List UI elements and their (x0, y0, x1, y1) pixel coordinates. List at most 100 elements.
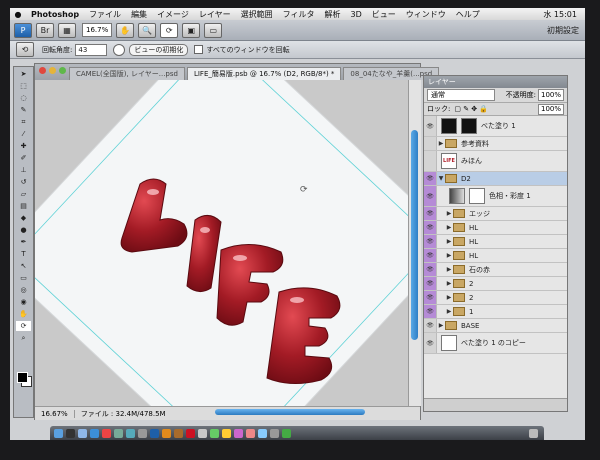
finder-icon[interactable] (54, 428, 63, 438)
tab-life[interactable]: LIFE_簡易版.psb @ 16.7% (D2, RGB/8*) * (186, 67, 342, 80)
reset-view-button[interactable]: ビューの初期化 (129, 43, 189, 56)
close-window-icon[interactable] (39, 67, 46, 74)
layer-row[interactable]: 👁 ▶ エッジ (424, 207, 567, 221)
layer-row[interactable]: 👁 べた塗り 1 のコピー (424, 333, 567, 354)
horizontal-scroll-thumb[interactable] (215, 409, 365, 415)
menu-image[interactable]: イメージ (152, 9, 194, 20)
blur-tool-icon[interactable]: ◆ (16, 213, 31, 223)
visibility-eye-icon[interactable]: 👁 (424, 116, 437, 136)
acrobat-dock-icon[interactable] (186, 428, 195, 438)
layer-row[interactable]: 👁 ▶ 石の赤 (424, 263, 567, 277)
canvas-area[interactable]: ⟳ (35, 80, 408, 406)
layer-row[interactable]: 👁 ▶ 2 (424, 291, 567, 305)
ps-logo-icon[interactable]: P (14, 22, 32, 38)
preview-icon[interactable] (114, 428, 123, 438)
layer-row[interactable]: 👁 ▶ HL (424, 235, 567, 249)
app-dock-icon[interactable] (270, 428, 279, 438)
bridge-dock-icon[interactable] (174, 428, 183, 438)
gradient-tool-icon[interactable]: ▤ (16, 201, 31, 211)
rotate-angle-input[interactable]: 43 (75, 43, 108, 56)
system-prefs-icon[interactable] (138, 428, 147, 438)
visibility-eye-icon[interactable]: 👁 (424, 291, 437, 304)
itunes-icon[interactable] (126, 428, 135, 438)
rotate-all-windows-checkbox[interactable] (194, 45, 204, 54)
3d-rotate-tool-icon[interactable]: ◎ (16, 285, 31, 295)
app-dock-icon[interactable] (234, 428, 243, 438)
app-dock-icon[interactable] (210, 428, 219, 438)
mail-icon[interactable] (78, 428, 87, 438)
menu-filter[interactable]: フィルタ (278, 9, 320, 20)
blend-mode-select[interactable]: 通常 (427, 89, 495, 101)
visibility-eye-icon[interactable]: 👁 (424, 172, 437, 185)
lasso-tool-icon[interactable]: ◌ (16, 93, 31, 103)
disclosure-arrow-icon[interactable]: ▶ (445, 294, 453, 301)
dashboard-icon[interactable] (66, 428, 75, 438)
photoshop-dock-icon[interactable] (150, 428, 159, 438)
visibility-eye-icon[interactable]: 👁 (424, 221, 437, 234)
menu-3d[interactable]: 3D (346, 10, 367, 19)
3d-camera-tool-icon[interactable]: ◉ (16, 297, 31, 307)
rotate-view-tool-icon[interactable]: ⟳ (16, 321, 31, 331)
history-brush-tool-icon[interactable]: ↺ (16, 177, 31, 187)
apple-icon[interactable]: ● (10, 10, 26, 19)
quick-select-tool-icon[interactable]: ✎ (16, 105, 31, 115)
disclosure-arrow-icon[interactable]: ▶ (445, 266, 453, 273)
disclosure-arrow-icon[interactable]: ▶ (445, 308, 453, 315)
menu-analysis[interactable]: 解析 (320, 9, 346, 20)
disclosure-arrow-icon[interactable]: ▶ (445, 224, 453, 231)
visibility-eye-icon[interactable]: 👁 (424, 235, 437, 248)
fill-input[interactable]: 100% (537, 103, 564, 115)
app-dock-icon[interactable] (258, 428, 267, 438)
visibility-eye-icon[interactable]: 👁 (424, 186, 437, 206)
type-tool-icon[interactable]: T (16, 249, 31, 259)
app-dock-icon[interactable] (282, 428, 291, 438)
healing-brush-tool-icon[interactable]: ✚ (16, 141, 31, 151)
menu-app-name[interactable]: Photoshop (26, 10, 84, 19)
eraser-tool-icon[interactable]: ▱ (16, 189, 31, 199)
menubar-clock[interactable]: 水 15:01 (543, 9, 585, 20)
disclosure-arrow-icon[interactable]: ▼ (437, 175, 445, 182)
clone-stamp-tool-icon[interactable]: ⊥ (16, 165, 31, 175)
app-dock-icon[interactable] (222, 428, 231, 438)
menu-file[interactable]: ファイル (84, 9, 126, 20)
menu-view[interactable]: ビュー (367, 9, 401, 20)
menu-select[interactable]: 選択範囲 (236, 9, 278, 20)
layer-row[interactable]: 👁 べた塗り 1 (424, 116, 567, 137)
disclosure-arrow-icon[interactable]: ▶ (445, 210, 453, 217)
screen-mode-icon[interactable]: ▭ (204, 22, 223, 38)
hand-tool-side-icon[interactable]: ✋ (16, 309, 31, 319)
layer-row[interactable]: 👁 ▶ HL (424, 221, 567, 235)
bridge-icon[interactable]: Br (36, 22, 54, 38)
zoom-tool-icon[interactable]: 🔍 (138, 22, 157, 38)
arrange-docs-icon[interactable]: ▣ (182, 22, 201, 38)
layer-row[interactable]: ▶ 参考資料 (424, 137, 567, 151)
layer-row[interactable]: 👁 ▼ D2 (424, 172, 567, 186)
pen-tool-icon[interactable]: ✒ (16, 237, 31, 247)
menu-edit[interactable]: 編集 (126, 9, 152, 20)
crop-tool-icon[interactable]: ⌗ (16, 117, 31, 127)
marquee-tool-icon[interactable]: ⬚ (16, 81, 31, 91)
vertical-scrollbar[interactable] (408, 80, 421, 406)
vertical-scroll-thumb[interactable] (411, 130, 418, 340)
brush-tool-icon[interactable]: ✐ (16, 153, 31, 163)
layer-row[interactable]: 👁 ▶ HL (424, 249, 567, 263)
zoom-tool-side-icon[interactable]: ⌕ (16, 333, 31, 343)
rotate-tool-preset-icon[interactable]: ⟲ (16, 42, 34, 57)
guides-icon[interactable]: ▦ (58, 22, 76, 38)
layer-row[interactable]: 👁 ▶ 2 (424, 277, 567, 291)
rotate-view-icon[interactable]: ⟳ (160, 22, 179, 38)
opacity-input[interactable]: 100% (537, 89, 564, 101)
trash-icon[interactable] (529, 428, 538, 438)
layers-panel-title[interactable]: レイヤー (424, 76, 567, 88)
zoom-window-icon[interactable] (59, 67, 66, 74)
visibility-eye-icon[interactable]: 👁 (424, 263, 437, 276)
disclosure-arrow-icon[interactable]: ▶ (437, 140, 445, 147)
menu-window[interactable]: ウィンドウ (401, 9, 451, 20)
dodge-tool-icon[interactable]: ● (16, 225, 31, 235)
layer-row[interactable]: LIFE みほん (424, 151, 567, 172)
minimize-window-icon[interactable] (49, 67, 56, 74)
foreground-color-swatch[interactable] (17, 372, 28, 383)
visibility-eye-icon[interactable]: 👁 (424, 333, 437, 353)
app-dock-icon[interactable] (246, 428, 255, 438)
app-dock-icon[interactable] (198, 428, 207, 438)
